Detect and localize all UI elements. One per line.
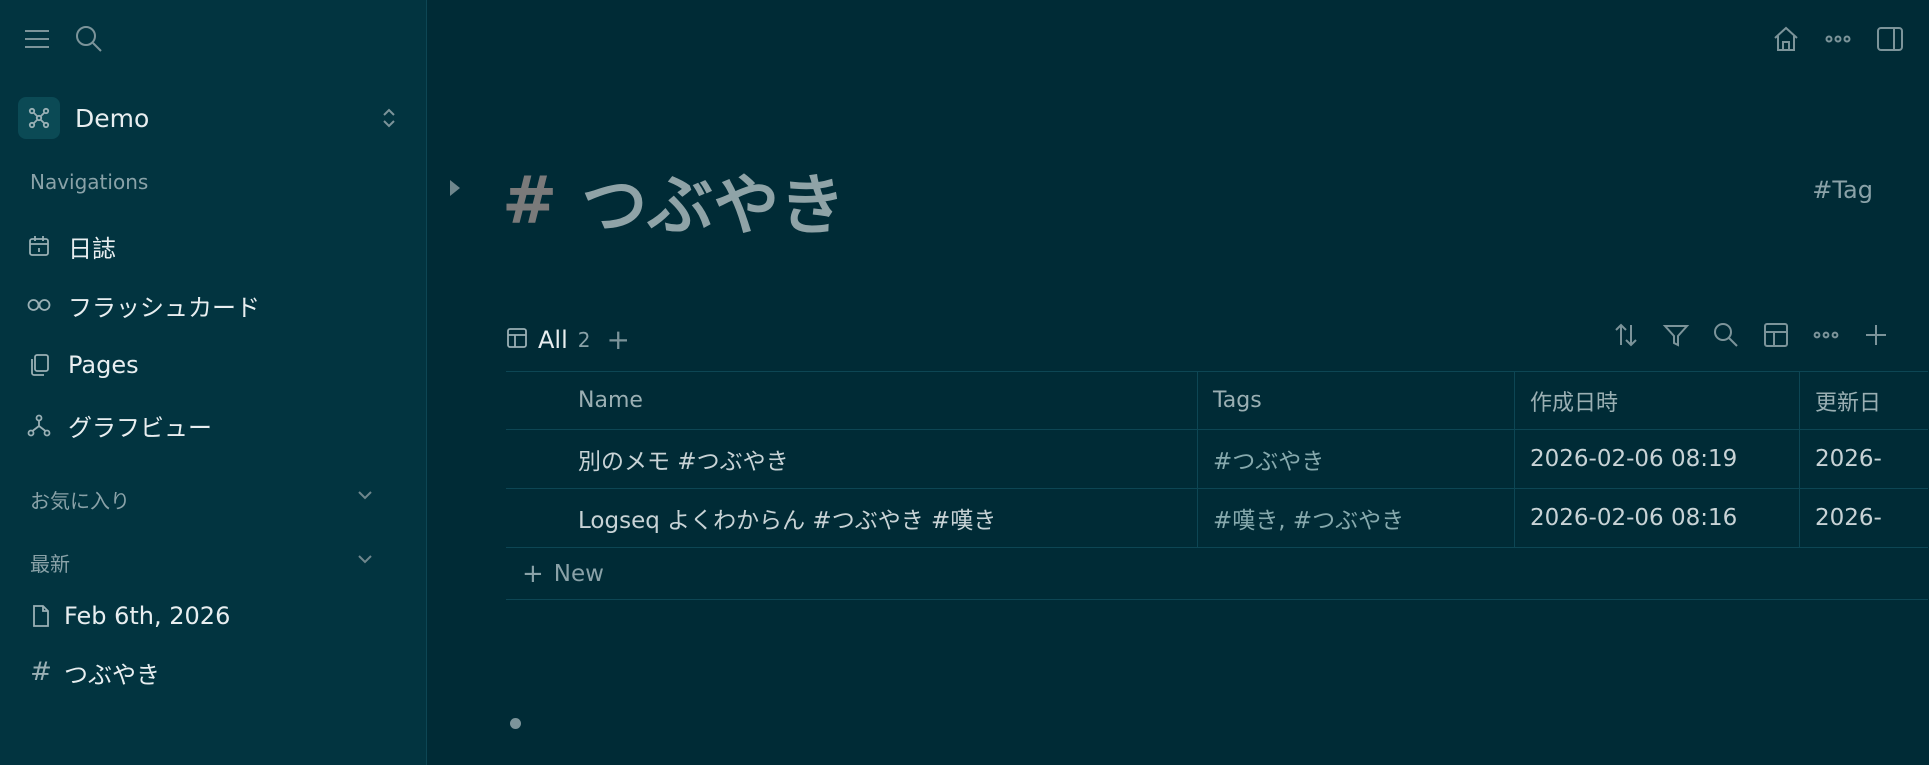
sidebar-top-bar [22, 24, 104, 54]
home-icon[interactable] [1771, 24, 1801, 54]
recent-title[interactable]: 最新 [30, 548, 70, 577]
row-select-cell[interactable] [506, 430, 563, 488]
cell-updated[interactable]: 2026- [1800, 430, 1928, 488]
table-icon [506, 327, 528, 353]
table-toolbar [1611, 320, 1891, 350]
recent-item[interactable]: Feb 6th, 2026 [30, 598, 230, 634]
collapse-toggle-icon[interactable] [450, 180, 460, 196]
cell-name[interactable]: 別のメモ #つぶやき [563, 430, 1198, 488]
sidebar-item-label: Pages [68, 351, 139, 379]
sidebar-item-label: 日誌 [68, 234, 116, 263]
graph-logo-icon [18, 97, 60, 139]
page-title[interactable]: # つぶやき [502, 152, 845, 248]
view-tabs: All 2 + [506, 323, 630, 356]
graph-name: Demo [75, 103, 150, 133]
file-icon [30, 604, 52, 628]
column-header-tags[interactable]: Tags [1198, 372, 1515, 429]
cell-updated[interactable]: 2026- [1800, 489, 1928, 547]
new-row-label: New [553, 560, 604, 587]
menu-icon[interactable] [22, 24, 52, 54]
sidebar-item-label: フラッシュカード [68, 293, 260, 322]
table-row[interactable]: Logseq よくわからん #つぶやき #嘆き #嘆き, #つぶやき 2026-… [506, 488, 1928, 547]
view-tab-all[interactable]: All [538, 326, 568, 354]
filter-icon[interactable] [1661, 320, 1691, 350]
page-title-hash: # [502, 161, 558, 239]
sidebar-item-graph-view[interactable]: グラフビュー [26, 405, 386, 445]
column-header-created[interactable]: 作成日時 [1515, 372, 1800, 429]
page-title-text: つぶやき [581, 167, 846, 244]
favorites-title[interactable]: お気に入り [30, 485, 130, 514]
chevron-up-down-icon [380, 106, 398, 134]
chevron-down-icon[interactable] [356, 486, 374, 508]
sort-icon[interactable] [1611, 320, 1641, 350]
sidebar-item-label: グラフビュー [68, 413, 212, 442]
table-header-row: Name Tags 作成日時 更新日 [506, 371, 1928, 429]
new-row-button[interactable]: + New [506, 559, 604, 589]
more-icon[interactable] [1823, 24, 1853, 54]
add-icon[interactable] [1861, 320, 1891, 350]
add-view-button[interactable]: + [607, 323, 630, 356]
infinity-icon [26, 292, 52, 318]
calendar-icon [26, 233, 52, 259]
left-sidebar: Demo Navigations 日誌 フラッシュカード Pages グラフビュ… [0, 0, 427, 765]
header-select-cell[interactable] [506, 372, 563, 429]
tag-chip[interactable]: #Tag [1812, 176, 1873, 204]
block-bullet[interactable] [510, 718, 521, 729]
search-icon[interactable] [1711, 320, 1741, 350]
graph-icon [26, 412, 52, 438]
top-action-bar [1771, 24, 1905, 54]
cell-tags[interactable]: #つぶやき [1198, 430, 1515, 488]
main-content: # つぶやき #Tag All 2 + Name Tags 作成日時 更新日 別… [428, 0, 1929, 765]
cell-tags[interactable]: #嘆き, #つぶやき [1198, 489, 1515, 547]
graph-selector[interactable]: Demo [18, 96, 398, 140]
more-icon[interactable] [1811, 320, 1841, 350]
chevron-down-icon[interactable] [356, 550, 374, 572]
table-view-icon[interactable] [1761, 320, 1791, 350]
sidebar-item-pages[interactable]: Pages [26, 345, 386, 385]
column-header-name[interactable]: Name [563, 372, 1198, 429]
sidebar-item-flashcards[interactable]: フラッシュカード [26, 285, 386, 325]
navigations-title: Navigations [30, 170, 149, 194]
search-icon[interactable] [74, 24, 104, 54]
new-row[interactable]: + New [506, 547, 1928, 600]
recent-item-label: Feb 6th, 2026 [64, 602, 231, 630]
pages-icon [26, 352, 52, 378]
plus-icon: + [522, 558, 544, 589]
cell-name[interactable]: Logseq よくわからん #つぶやき #嘆き [563, 489, 1198, 547]
table-row[interactable]: 別のメモ #つぶやき #つぶやき 2026-02-06 08:19 2026- [506, 429, 1928, 488]
view-count: 2 [577, 327, 591, 352]
cell-created[interactable]: 2026-02-06 08:16 [1515, 489, 1800, 547]
row-select-cell[interactable] [506, 489, 563, 547]
cell-created[interactable]: 2026-02-06 08:19 [1515, 430, 1800, 488]
data-table: Name Tags 作成日時 更新日 別のメモ #つぶやき #つぶやき 2026… [506, 371, 1928, 600]
column-header-updated[interactable]: 更新日 [1800, 372, 1928, 429]
recent-item[interactable]: # つぶやき [30, 654, 160, 690]
recent-item-label: つぶやき [64, 660, 160, 689]
right-sidebar-toggle-icon[interactable] [1875, 24, 1905, 54]
sidebar-item-journals[interactable]: 日誌 [26, 226, 386, 266]
hash-icon: # [30, 657, 52, 687]
